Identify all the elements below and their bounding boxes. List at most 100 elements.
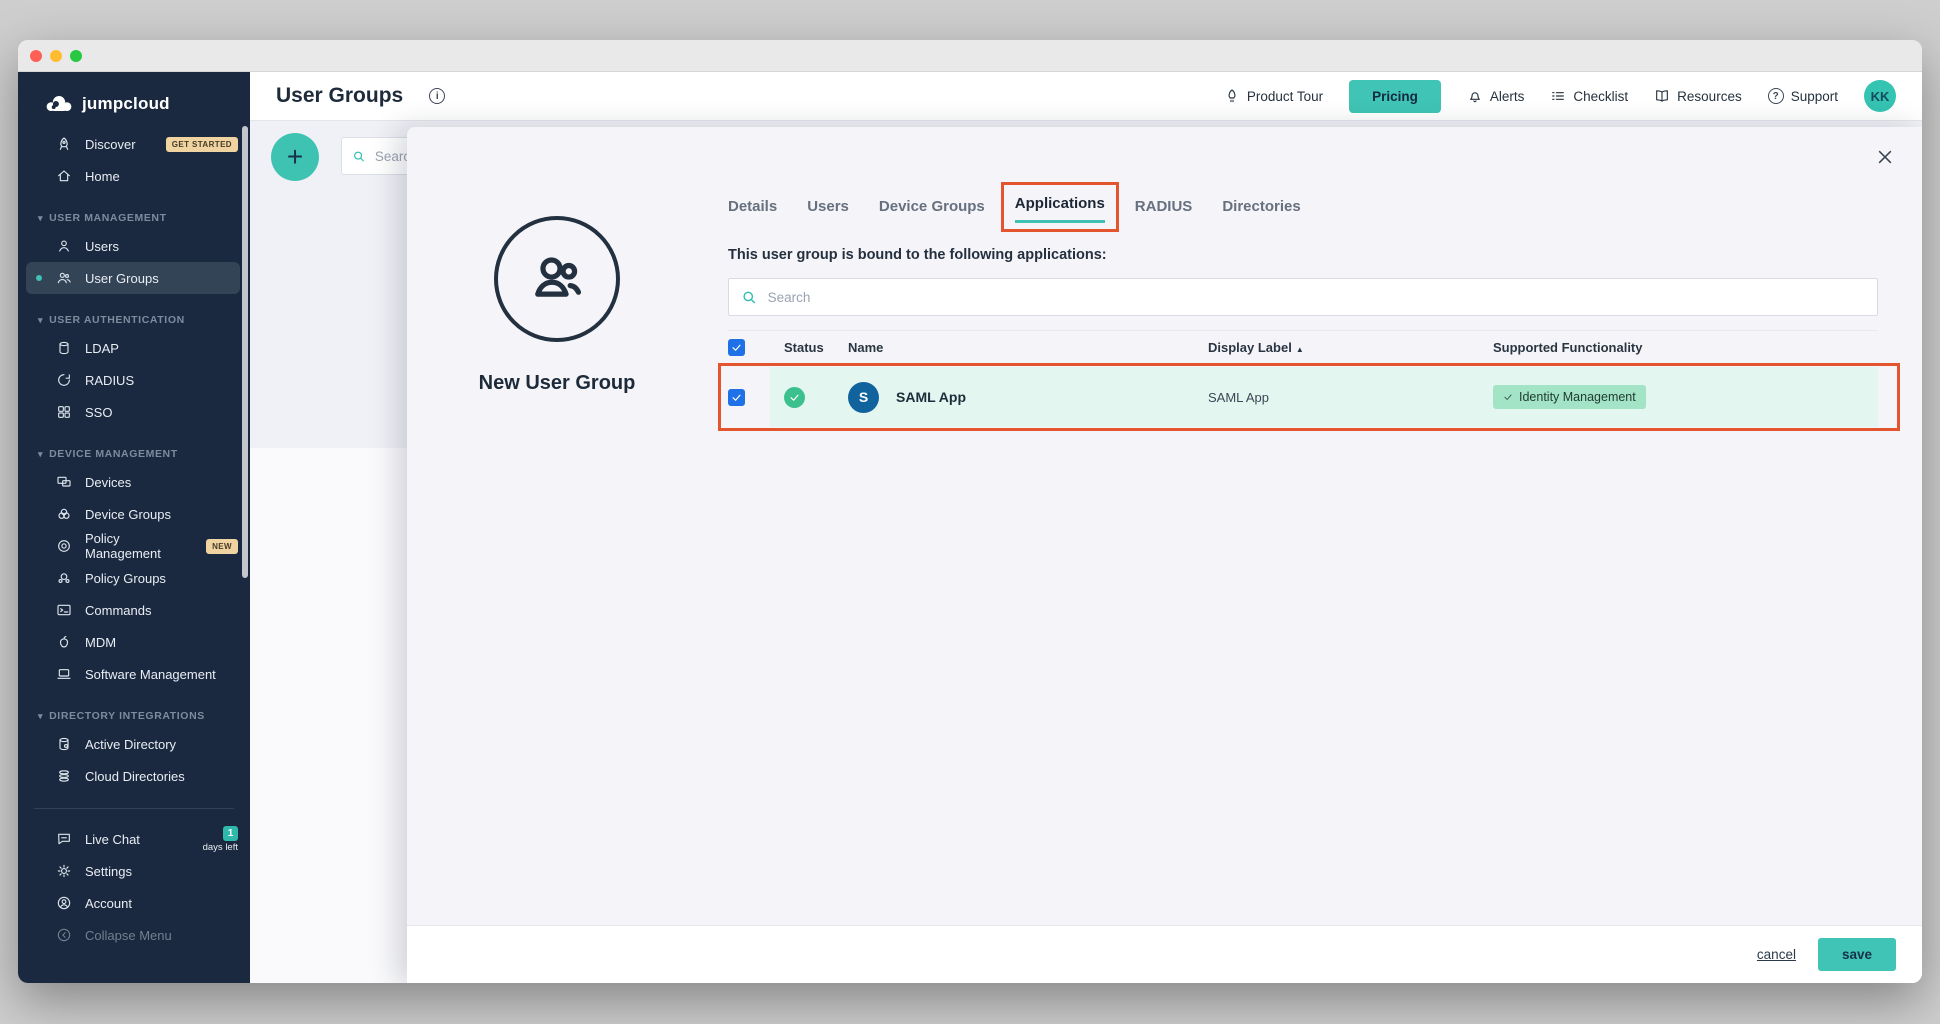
dial-icon xyxy=(56,372,72,388)
add-user-group-button[interactable]: + xyxy=(271,133,319,181)
section-label: DIRECTORY INTEGRATIONS xyxy=(49,710,205,722)
search-icon xyxy=(741,289,758,306)
functionality-cell: Identity Management xyxy=(1493,385,1878,409)
days-left-count: 1 xyxy=(223,826,238,841)
sidebar-item-users[interactable]: Users xyxy=(18,230,250,262)
sidebar-item-label: RADIUS xyxy=(85,373,134,388)
sidebar-item-label: Account xyxy=(85,896,132,911)
product-tour-button[interactable]: Product Tour xyxy=(1224,88,1323,104)
group-avatar-circle xyxy=(494,216,620,342)
sidebar: jumpcloud Discover GET STARTED Home ▾ US… xyxy=(18,72,250,983)
sidebar-item-ldap[interactable]: LDAP xyxy=(18,332,250,364)
group-name: New User Group xyxy=(407,372,707,395)
sidebar-item-live-chat[interactable]: Live Chat 1 days left xyxy=(18,823,250,855)
sidebar-item-device-groups[interactable]: Device Groups xyxy=(18,498,250,530)
status-active-icon xyxy=(784,387,805,408)
sidebar-scrollbar[interactable] xyxy=(242,126,248,578)
sidebar-item-devices[interactable]: Devices xyxy=(18,466,250,498)
sidebar-item-mdm[interactable]: MDM xyxy=(18,626,250,658)
app-window: jumpcloud Discover GET STARTED Home ▾ US… xyxy=(18,40,1922,983)
close-panel-button[interactable] xyxy=(1872,145,1898,171)
row-checkbox[interactable] xyxy=(728,389,745,406)
sidebar-item-label: Policy Groups xyxy=(85,571,166,586)
close-window-button[interactable] xyxy=(30,50,42,62)
titlebar xyxy=(18,40,1922,72)
section-user-authentication[interactable]: ▾ USER AUTHENTICATION xyxy=(18,314,250,326)
user-avatar[interactable]: KK xyxy=(1864,80,1896,112)
column-display-label[interactable]: Display Label▲ xyxy=(1208,340,1493,355)
tab-users[interactable]: Users xyxy=(807,198,849,223)
sidebar-item-label: LDAP xyxy=(85,341,119,356)
checklist-button[interactable]: Checklist xyxy=(1550,88,1628,104)
sidebar-item-account[interactable]: Account xyxy=(18,887,250,919)
user-group-icon xyxy=(56,270,72,286)
pricing-button[interactable]: Pricing xyxy=(1349,80,1441,113)
user-icon xyxy=(56,238,72,254)
cloud-logo-icon xyxy=(44,94,74,114)
sidebar-item-label: MDM xyxy=(85,635,116,650)
sidebar-item-radius[interactable]: RADIUS xyxy=(18,364,250,396)
section-user-management[interactable]: ▾ USER MANAGEMENT xyxy=(18,212,250,224)
app-display-label: SAML App xyxy=(1208,390,1493,405)
sidebar-item-software-management[interactable]: Software Management xyxy=(18,658,250,690)
rocket-icon xyxy=(56,136,72,152)
section-label: USER AUTHENTICATION xyxy=(49,314,185,326)
applications-search-input[interactable] xyxy=(768,290,1865,305)
target-icon xyxy=(56,538,72,554)
sidebar-item-commands[interactable]: Commands xyxy=(18,594,250,626)
sidebar-item-label: Policy Management xyxy=(85,531,193,561)
bell-icon xyxy=(1467,88,1483,104)
database-icon xyxy=(56,340,72,356)
sidebar-item-sso[interactable]: SSO xyxy=(18,396,250,428)
tab-details[interactable]: Details xyxy=(728,198,777,223)
tab-device-groups[interactable]: Device Groups xyxy=(879,198,985,223)
group-figure: New User Group xyxy=(407,216,707,395)
resources-button[interactable]: Resources xyxy=(1654,88,1742,104)
check-icon xyxy=(789,392,800,403)
sidebar-item-policy-groups[interactable]: Policy Groups xyxy=(18,562,250,594)
minimize-window-button[interactable] xyxy=(50,50,62,62)
checklist-icon xyxy=(1550,88,1566,104)
support-button[interactable]: ? Support xyxy=(1768,88,1838,104)
table-row-saml-app[interactable]: S SAML App SAML App Identity Management xyxy=(728,367,1878,427)
sidebar-item-active-directory[interactable]: Active Directory xyxy=(18,728,250,760)
sidebar-item-label: Discover xyxy=(85,137,136,152)
column-status[interactable]: Status xyxy=(784,340,848,355)
select-all-checkbox[interactable] xyxy=(728,339,745,356)
app-name: SAML App xyxy=(896,389,966,405)
chat-icon xyxy=(56,831,72,847)
sidebar-item-discover[interactable]: Discover GET STARTED xyxy=(18,128,250,160)
alerts-button[interactable]: Alerts xyxy=(1467,88,1525,104)
cancel-button[interactable]: cancel xyxy=(1757,947,1796,962)
column-supported-functionality[interactable]: Supported Functionality xyxy=(1493,340,1878,355)
sidebar-item-user-groups[interactable]: User Groups xyxy=(26,262,240,294)
save-button[interactable]: save xyxy=(1818,938,1896,971)
new-badge: NEW xyxy=(206,539,238,554)
check-icon xyxy=(1503,392,1513,402)
sidebar-item-home[interactable]: Home xyxy=(18,160,250,192)
sidebar-item-label: Commands xyxy=(85,603,151,618)
info-icon[interactable]: i xyxy=(429,88,445,104)
tour-rocket-icon xyxy=(1224,88,1240,104)
get-started-badge: GET STARTED xyxy=(166,137,238,152)
sidebar-item-policy-management[interactable]: Policy Management NEW xyxy=(18,530,250,562)
sidebar-item-label: SSO xyxy=(85,405,112,420)
sidebar-item-label: Cloud Directories xyxy=(85,769,185,784)
grid-icon xyxy=(56,404,72,420)
tab-directories[interactable]: Directories xyxy=(1222,198,1300,223)
zoom-window-button[interactable] xyxy=(70,50,82,62)
section-directory-integrations[interactable]: ▾ DIRECTORY INTEGRATIONS xyxy=(18,710,250,722)
section-device-management[interactable]: ▾ DEVICE MANAGEMENT xyxy=(18,448,250,460)
sidebar-item-label: Device Groups xyxy=(85,507,171,522)
sidebar-item-label: User Groups xyxy=(85,271,159,286)
support-label: Support xyxy=(1791,89,1838,104)
sidebar-item-settings[interactable]: Settings xyxy=(18,855,250,887)
devices-icon xyxy=(56,474,72,490)
sidebar-item-collapse-menu[interactable]: Collapse Menu xyxy=(18,919,250,951)
sidebar-item-cloud-directories[interactable]: Cloud Directories xyxy=(18,760,250,792)
tab-applications[interactable]: Applications xyxy=(1015,195,1105,223)
column-name[interactable]: Name xyxy=(848,340,1208,355)
stacked-directories-icon xyxy=(56,768,72,784)
tab-radius[interactable]: RADIUS xyxy=(1135,198,1193,223)
chevron-down-icon: ▾ xyxy=(38,315,43,326)
